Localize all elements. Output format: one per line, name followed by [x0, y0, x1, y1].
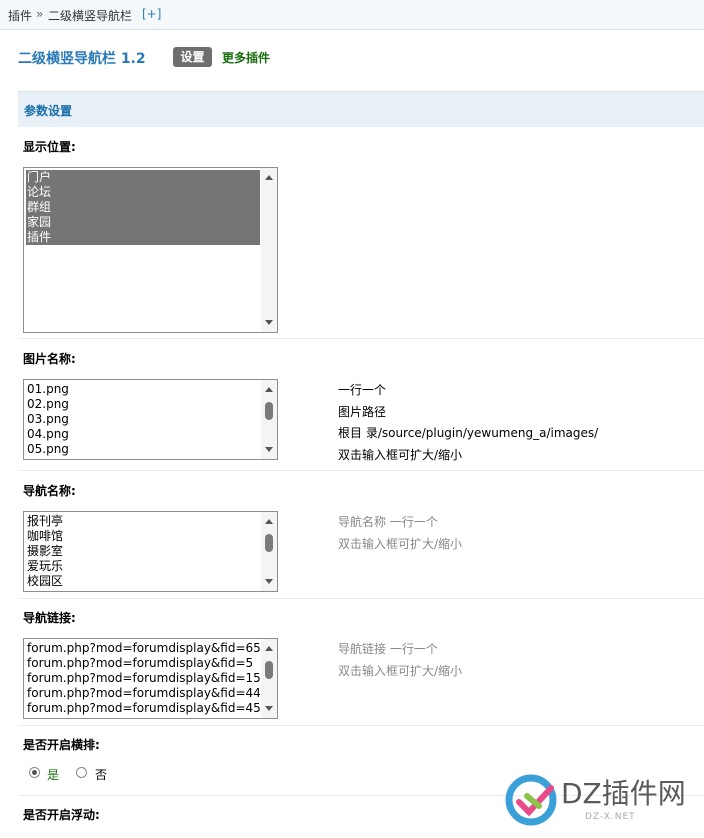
scrollbar[interactable]: [261, 380, 277, 459]
dz-logo-icon: [505, 774, 557, 826]
text-line: 报刊亭: [27, 514, 64, 528]
horizontal-yes-label[interactable]: 是: [47, 766, 59, 783]
breadcrumb-separator: »: [36, 7, 44, 21]
text-line: forum.php?mod=forumdisplay&fid=44: [27, 686, 260, 700]
scroll-down-icon[interactable]: [265, 706, 273, 711]
nav-names-textarea[interactable]: 报刊亭 咖啡馆 摄影室 爱玩乐 校园区: [23, 511, 278, 592]
text-line: 咖啡馆: [27, 529, 64, 543]
text-line: forum.php?mod=forumdisplay&fid=45: [27, 701, 260, 715]
breadcrumb-current: 二级横竖导航栏: [48, 9, 133, 23]
tab-settings[interactable]: 设置: [173, 47, 212, 67]
text-line: 01.png: [27, 382, 69, 396]
nav-links-label: 导航链接:: [23, 611, 76, 625]
option-forum[interactable]: 论坛: [26, 185, 260, 200]
nav-names-hint-1: 导航名称 一行一个: [338, 515, 438, 529]
scroll-up-icon[interactable]: [265, 175, 273, 180]
image-names-hint-4: 双击输入框可扩大/缩小: [338, 448, 463, 462]
tab-more-plugins[interactable]: 更多插件: [222, 49, 270, 66]
scroll-up-icon[interactable]: [265, 646, 273, 651]
image-names-hint-3: 根目 录/source/plugin/yewumeng_a/images/: [338, 426, 599, 440]
horizontal-label: 是否开启横排:: [23, 738, 100, 752]
nav-names-content: 报刊亭 咖啡馆 摄影室 爱玩乐 校园区: [26, 514, 260, 589]
scrollbar[interactable]: [261, 168, 277, 332]
image-names-label: 图片名称:: [23, 352, 76, 366]
watermark-subtext: DZ-X.NET: [585, 812, 636, 822]
watermark-logo: DZ插件网 DZ-X.NET: [505, 766, 704, 838]
text-line: 摄影室: [27, 544, 64, 558]
text-line: 02.png: [27, 397, 69, 411]
nav-names-label: 导航名称:: [23, 484, 76, 498]
scrollbar[interactable]: [261, 512, 277, 591]
horizontal-yes-radio[interactable]: [29, 767, 40, 778]
floating-label: 是否开启浮动:: [23, 808, 100, 822]
text-line: 03.png: [27, 412, 69, 426]
text-line: forum.php?mod=forumdisplay&fid=65: [27, 641, 260, 655]
text-line: forum.php?mod=forumdisplay&fid=15: [27, 671, 260, 685]
option-group[interactable]: 群组: [26, 200, 260, 215]
divider: [18, 598, 704, 599]
display-position-label: 显示位置:: [23, 140, 76, 154]
breadcrumb-add-button[interactable]: [+]: [142, 7, 161, 21]
page-title: 二级横竖导航栏 1.2: [18, 51, 146, 67]
option-plugin[interactable]: 插件: [26, 230, 260, 245]
text-line: 04.png: [27, 427, 69, 441]
image-names-hint-2: 图片路径: [338, 405, 387, 419]
nav-links-hint-2: 双击输入框可扩大/缩小: [338, 664, 463, 678]
nav-links-hint-1: 导航链接 一行一个: [338, 642, 438, 656]
scroll-up-icon[interactable]: [265, 387, 273, 392]
option-home[interactable]: 家园: [26, 215, 260, 230]
breadcrumb: 插件 » 二级横竖导航栏 [+]: [0, 0, 704, 30]
image-names-hint-1: 一行一个: [338, 383, 387, 397]
divider: [18, 725, 704, 726]
text-line: 校园区: [27, 574, 64, 588]
image-names-textarea[interactable]: 01.png 02.png 03.png 04.png 05.png: [23, 379, 278, 460]
breadcrumb-root[interactable]: 插件: [8, 7, 32, 24]
section-title: 参数设置: [24, 104, 73, 118]
divider: [18, 338, 704, 339]
watermark-text: DZ插件网: [561, 777, 686, 810]
text-line: 05.png: [27, 442, 69, 456]
display-position-options: 门户 论坛 群组 家园 插件: [26, 170, 260, 245]
divider: [18, 470, 704, 471]
text-line: forum.php?mod=forumdisplay&fid=5: [27, 656, 254, 670]
scroll-up-icon[interactable]: [265, 519, 273, 524]
text-line: 爱玩乐: [27, 559, 64, 573]
scrollbar[interactable]: [261, 639, 277, 718]
scroll-down-icon[interactable]: [265, 579, 273, 584]
nav-names-hint-2: 双击输入框可扩大/缩小: [338, 537, 463, 551]
scroll-thumb[interactable]: [265, 534, 273, 552]
nav-links-textarea[interactable]: forum.php?mod=forumdisplay&fid=65 forum.…: [23, 638, 278, 719]
nav-links-content: forum.php?mod=forumdisplay&fid=65 forum.…: [26, 641, 260, 716]
horizontal-no-label[interactable]: 否: [95, 766, 107, 783]
image-names-content: 01.png 02.png 03.png 04.png 05.png: [26, 382, 260, 457]
section-header: 参数设置: [18, 91, 704, 127]
horizontal-no-radio[interactable]: [76, 767, 87, 778]
scroll-down-icon[interactable]: [265, 320, 273, 325]
display-position-select[interactable]: 门户 论坛 群组 家园 插件: [23, 167, 278, 333]
scroll-thumb[interactable]: [265, 402, 273, 420]
option-portal[interactable]: 门户: [26, 170, 260, 185]
scroll-down-icon[interactable]: [265, 447, 273, 452]
scroll-thumb[interactable]: [265, 661, 273, 679]
